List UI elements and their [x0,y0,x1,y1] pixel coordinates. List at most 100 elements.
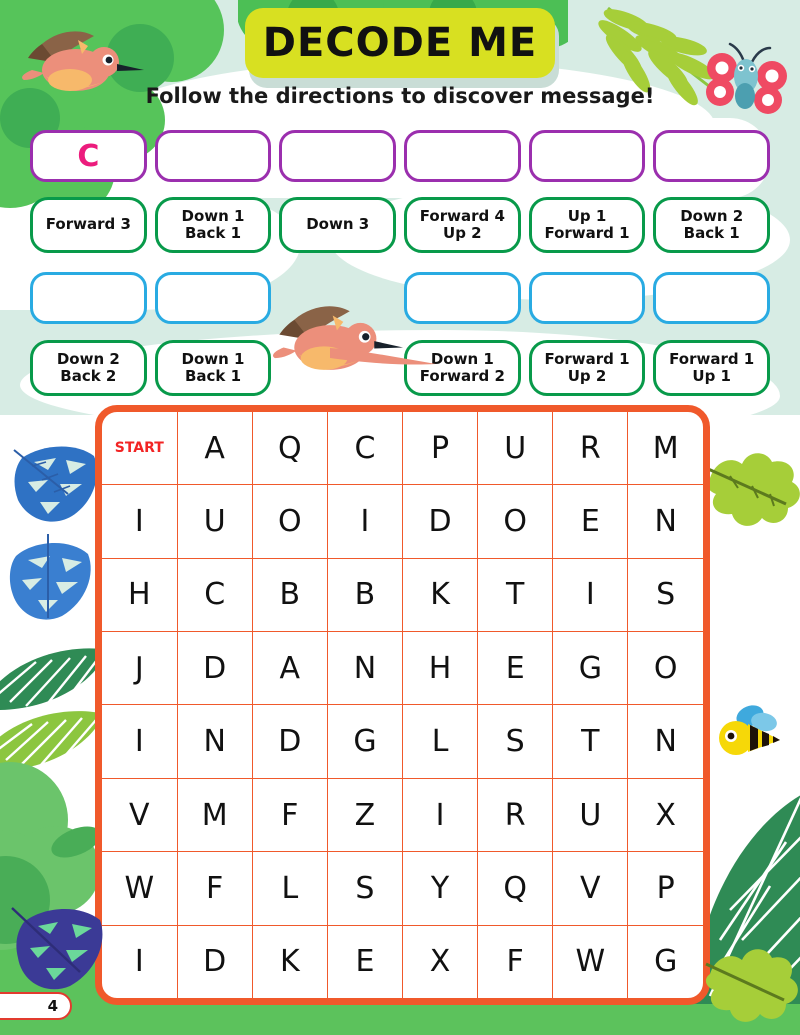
grid-cell[interactable]: Q [477,851,554,926]
monstera-leaf-left-lower [9,534,91,620]
direction-box[interactable]: Down 2 Back 1 [653,197,771,253]
grid-cell[interactable]: U [552,777,629,853]
grid-cell[interactable]: O [477,484,554,559]
grid-cell[interactable]: A [251,630,328,706]
grid-cell[interactable]: I [552,557,629,632]
page-number: 4 [0,992,72,1020]
monstera-leaf-bottom-left [11,907,103,990]
page-subtitle: Follow the directions to discover messag… [145,84,655,108]
grid-cell[interactable]: H [401,630,479,706]
direction-text: Down 2 Back 1 [680,206,744,242]
direction-box[interactable]: Forward 4 Up 2 [404,197,521,253]
grid-cell[interactable]: F [251,777,328,853]
direction-box[interactable]: Down 1 Back 1 [154,197,272,253]
grid-cell[interactable]: L [251,851,328,926]
grid-cell[interactable]: N [326,630,404,706]
grid-cell[interactable]: Y [401,851,479,926]
grid-cell[interactable]: E [477,630,554,706]
grid-cell[interactable]: Z [326,777,404,853]
grid-cell[interactable]: M [176,777,253,853]
answer-box[interactable] [653,130,771,182]
grid-cell[interactable]: N [176,704,253,779]
direction-text: Down 2 Back 2 [56,349,120,385]
grid-cell-start[interactable]: START [102,412,178,486]
grid-cell[interactable]: P [401,412,479,486]
grid-cell[interactable]: S [326,851,404,926]
grid-cell[interactable]: D [251,704,328,779]
letter-grid[interactable]: START A Q C P U R M I U O I D O E N H C … [95,405,710,1005]
grid-cell[interactable]: M [627,412,703,486]
grid-cell[interactable]: I [401,777,479,853]
grid-row: I D K E X F W G [102,924,703,998]
grid-cell[interactable]: E [552,484,629,559]
grid-cell[interactable]: F [176,851,253,926]
direction-text: Forward 4 Up 2 [419,206,505,242]
grid-cell[interactable]: V [552,851,629,926]
answer-box[interactable] [653,272,771,324]
grid-cell[interactable]: H [102,557,178,632]
grid-row: I U O I D O E N [102,484,703,559]
grid-cell[interactable]: O [251,484,328,559]
grid-cell[interactable]: U [176,484,253,559]
grid-row: J D A N H E G O [102,630,703,706]
answer-box[interactable] [404,130,521,182]
grid-cell[interactable]: J [102,630,178,706]
grid-cell[interactable]: G [552,630,629,706]
answer-box[interactable] [154,130,272,182]
grid-cell[interactable]: N [627,484,703,559]
grid-cell[interactable]: R [552,412,629,486]
direction-box[interactable]: Down 2 Back 2 [30,340,147,396]
grid-cell[interactable]: A [176,412,253,486]
grid-cell[interactable]: R [477,777,554,853]
answer-box[interactable] [279,130,397,182]
grid-cell[interactable]: S [477,704,554,779]
answer-box[interactable] [30,272,147,324]
grid-row: START A Q C P U R M [102,412,703,486]
direction-text: Down 3 [306,215,370,234]
grid-cell[interactable]: C [176,557,253,632]
grid-cell[interactable]: G [326,704,404,779]
page-number-value: 4 [47,997,58,1015]
grid-cell[interactable]: E [326,924,404,998]
answer-box[interactable]: C [30,130,147,182]
direction-box[interactable]: Down 3 [279,197,397,253]
grid-cell[interactable]: D [176,630,253,706]
answer-box[interactable] [528,130,646,182]
grid-cell[interactable]: N [627,704,703,779]
grid-cell[interactable]: D [176,924,253,998]
grid-cell[interactable]: Q [251,412,328,486]
grid-cell[interactable]: B [326,557,404,632]
grid-cell[interactable]: V [102,777,178,853]
grid-cell[interactable]: W [552,924,629,998]
grid-cell[interactable]: X [401,924,479,998]
direction-box[interactable]: Down 1 Back 1 [154,340,272,396]
grid-cell[interactable]: I [326,484,404,559]
grid-cell[interactable]: O [627,630,703,706]
grid-cell[interactable]: B [251,557,328,632]
grid-cell[interactable]: X [627,777,703,853]
direction-box[interactable]: Forward 3 [30,197,147,253]
answer-box[interactable] [154,272,272,324]
direction-box[interactable]: Forward 1 Up 1 [653,340,771,396]
worksheet-page: DECODE ME Follow the directions to disco… [0,0,800,1035]
grid-cell[interactable]: T [477,557,554,632]
grid-cell[interactable]: I [102,704,178,779]
direction-text: Forward 1 Up 1 [669,349,755,385]
grid-cell[interactable]: F [477,924,554,998]
answer-box[interactable] [528,272,646,324]
grid-cell[interactable]: U [477,412,554,486]
direction-box[interactable]: Up 1 Forward 1 [528,197,646,253]
grid-cell[interactable]: K [401,557,479,632]
grid-cell[interactable]: S [627,557,703,632]
grid-cell[interactable]: L [401,704,479,779]
direction-box[interactable]: Forward 1 Up 2 [528,340,646,396]
grid-cell[interactable]: G [627,924,703,998]
grid-cell[interactable]: K [251,924,328,998]
grid-cell[interactable]: P [627,851,703,926]
grid-cell[interactable]: C [326,412,404,486]
grid-cell[interactable]: I [102,484,178,559]
grid-cell[interactable]: D [401,484,479,559]
answer-box[interactable] [404,272,521,324]
grid-cell[interactable]: T [552,704,629,779]
direction-text: Up 1 Forward 1 [544,206,630,242]
